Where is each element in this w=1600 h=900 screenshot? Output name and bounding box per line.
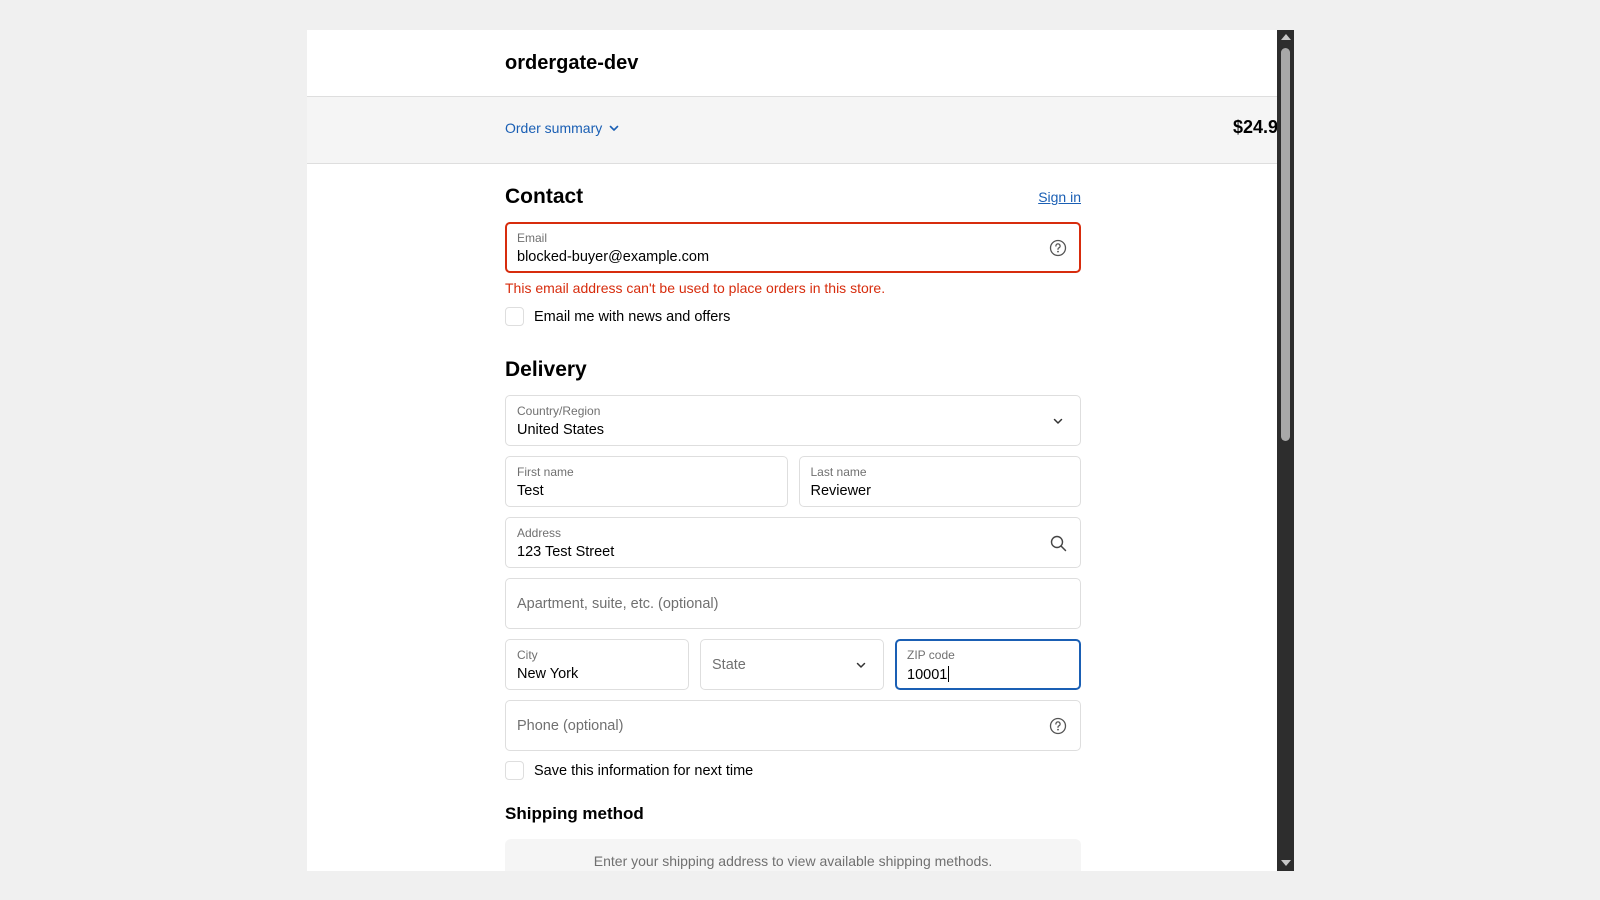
state-placeholder: State: [712, 657, 746, 673]
store-name[interactable]: ordergate-dev: [505, 52, 638, 75]
chevron-down-icon: [851, 655, 871, 675]
checkout-page: ordergate-dev Order summary $24.95 Conta…: [307, 30, 1294, 871]
phone-placeholder: Phone (optional): [517, 718, 624, 734]
order-summary-label: Order summary: [505, 120, 603, 136]
first-name-label: First name: [517, 465, 574, 479]
vertical-scrollbar[interactable]: [1277, 30, 1294, 871]
newsletter-option[interactable]: Email me with news and offers: [505, 307, 1081, 326]
zip-code-label: ZIP code: [907, 648, 955, 662]
last-name-field[interactable]: Last name Reviewer: [798, 456, 1081, 507]
save-info-label: Save this information for next time: [534, 762, 754, 779]
country-select[interactable]: Country/Region United States: [505, 395, 1081, 446]
city-field[interactable]: City New York: [505, 639, 689, 690]
zip-code-field[interactable]: ZIP code 10001: [895, 639, 1081, 690]
checkout-form: Contact Sign in Email blocked-buyer@exam…: [505, 164, 1081, 871]
email-field[interactable]: Email blocked-buyer@example.com: [505, 222, 1081, 273]
last-name-label: Last name: [810, 465, 867, 479]
contact-header: Contact Sign in: [505, 185, 1081, 209]
search-icon: [1048, 533, 1068, 553]
scroll-up-arrow-icon[interactable]: [1281, 34, 1291, 40]
city-label: City: [517, 648, 538, 662]
state-select[interactable]: State: [700, 639, 884, 690]
shipping-method-notice: Enter your shipping address to view avai…: [505, 839, 1081, 871]
country-value: United States: [517, 422, 605, 438]
header: ordergate-dev: [307, 30, 1277, 97]
name-row: First name Test Last name Reviewer: [505, 456, 1081, 507]
sign-in-link[interactable]: Sign in: [1038, 189, 1081, 205]
delivery-heading: Delivery: [505, 358, 587, 381]
zip-code-input: 10001: [907, 666, 950, 683]
apartment-field[interactable]: Apartment, suite, etc. (optional): [505, 578, 1081, 629]
email-error-message: This email address can't be used to plac…: [505, 280, 886, 296]
country-label: Country/Region: [517, 404, 601, 418]
address-value: 123 Test Street: [517, 544, 615, 560]
email-label: Email: [517, 231, 548, 245]
text-caret: [948, 666, 950, 682]
address-field[interactable]: Address 123 Test Street: [505, 517, 1081, 568]
phone-field[interactable]: Phone (optional): [505, 700, 1081, 751]
email-value: blocked-buyer@example.com: [517, 249, 710, 265]
shipping-notice-text: Enter your shipping address to view avai…: [593, 853, 993, 869]
last-name-value: Reviewer: [810, 483, 871, 499]
save-info-checkbox[interactable]: [505, 761, 524, 780]
newsletter-label: Email me with news and offers: [534, 308, 731, 325]
chevron-down-icon: [609, 125, 619, 131]
order-total: $24.95: [1232, 117, 1288, 137]
apartment-placeholder: Apartment, suite, etc. (optional): [517, 596, 719, 612]
newsletter-checkbox[interactable]: [505, 307, 524, 326]
shipping-method-heading: Shipping method: [505, 804, 644, 823]
scrollbar-thumb[interactable]: [1281, 48, 1290, 441]
city-value: New York: [517, 666, 579, 682]
first-name-field[interactable]: First name Test: [505, 456, 788, 507]
city-state-zip-row: City New York State ZIP code 10001: [505, 639, 1081, 690]
order-summary-bar: Order summary $24.95: [307, 97, 1288, 164]
chevron-down-icon: [1048, 411, 1068, 431]
scroll-down-arrow-icon[interactable]: [1281, 860, 1291, 866]
order-summary-toggle[interactable]: Order summary: [505, 120, 620, 136]
contact-heading: Contact: [505, 185, 584, 208]
zip-code-value: 10001: [907, 667, 948, 683]
help-icon[interactable]: [1048, 716, 1068, 736]
save-info-option[interactable]: Save this information for next time: [505, 761, 1081, 780]
address-label: Address: [517, 526, 562, 540]
help-icon[interactable]: [1048, 238, 1068, 258]
first-name-value: Test: [517, 483, 544, 499]
